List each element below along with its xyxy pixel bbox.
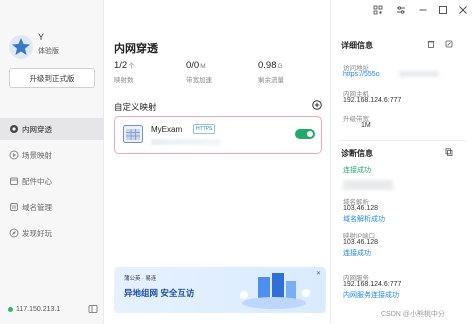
qr-code-icon[interactable]: [373, 5, 383, 15]
add-mapping-icon[interactable]: [312, 100, 322, 110]
sidebar-item-intranet[interactable]: 内网穿透: [0, 118, 104, 140]
edit-icon[interactable]: [445, 40, 453, 48]
sidebar: Y 体验版 升级到正式版 内网穿透 场景映射 配件中心 W 域名管理 发现好玩 …: [0, 0, 104, 324]
banner-text: 异地组网 安全互访: [124, 288, 195, 298]
sidebar-item-label: 内网穿透: [22, 124, 52, 134]
domain-status: 域名解析成功: [343, 216, 385, 223]
promo-banner[interactable]: 蒲公英 · 易连 异地组网 安全互访 ✕: [114, 267, 326, 313]
minimize-icon[interactable]: [418, 5, 428, 15]
sidebar-item-accessories[interactable]: 配件中心: [0, 170, 104, 192]
redacted-block: [343, 180, 393, 190]
port-ip: 103.46.128: [343, 239, 379, 246]
port-status: 连接成功: [343, 250, 371, 257]
online-dot-icon: [8, 307, 13, 312]
ip-address: 117.150.213.1: [16, 306, 61, 313]
stat-value: 0.98: [258, 60, 277, 71]
stat-value: 1/2: [114, 60, 128, 71]
eye-icon: [10, 125, 18, 133]
diagnostics-title: 诊断信息: [341, 149, 373, 158]
app-window: Y 体验版 升级到正式版 内网穿透 场景映射 配件中心 W 域名管理 发现好玩 …: [0, 0, 474, 324]
mapping-enable-toggle[interactable]: [295, 129, 315, 139]
mapping-card[interactable]: MyExam HTTPS: [114, 116, 322, 154]
mapping-url-redacted: [151, 139, 221, 145]
box-icon: [10, 177, 18, 185]
user-name: Y: [38, 32, 45, 42]
service-value: 192.168.124.6:777: [343, 281, 402, 288]
svg-text:W: W: [12, 205, 17, 211]
stat-label: 带宽加速: [186, 77, 212, 84]
stat-unit: M: [200, 63, 206, 70]
stat-unit: 个: [128, 63, 135, 70]
banner-close-icon[interactable]: ✕: [316, 270, 321, 277]
sidebar-item-discover[interactable]: 发现好玩: [0, 222, 104, 244]
sidebar-item-label: 场景映射: [22, 150, 52, 160]
stat-unit: G: [277, 63, 283, 70]
access-url[interactable]: https://555o: [343, 71, 380, 78]
mapping-name: MyExam: [151, 125, 183, 134]
collapse-sidebar-icon[interactable]: [88, 304, 98, 314]
access-url-redacted: [399, 71, 439, 77]
ip-status: 117.150.213.1: [8, 306, 60, 313]
sidebar-item-domain[interactable]: W 域名管理: [0, 196, 104, 218]
bandwidth-value[interactable]: 1M: [361, 122, 371, 129]
play-icon: [9, 150, 19, 160]
close-icon[interactable]: [458, 5, 468, 15]
watermark: CSDN @小熊桃中分: [381, 311, 445, 318]
upgrade-button[interactable]: 升级到正式版: [9, 68, 95, 88]
domain-ip: 103.46.128: [343, 205, 379, 212]
details-title: 详细信息: [341, 41, 373, 50]
app-window-icon: [123, 125, 143, 143]
edition-label: 体验版: [38, 48, 59, 55]
sidebar-nav: 内网穿透 场景映射 配件中心 W 域名管理 发现好玩: [0, 118, 104, 248]
page-title: 内网穿透: [114, 43, 158, 55]
copy-icon[interactable]: [445, 148, 453, 156]
https-badge: HTTPS: [193, 124, 216, 134]
stat-value: 0/0: [186, 60, 200, 71]
discover-icon: [9, 228, 19, 238]
delete-icon[interactable]: [427, 40, 435, 48]
stat-traffic: 0.98G 剩余流量: [258, 60, 284, 84]
stat-label: 映射数: [114, 77, 134, 84]
stat-bandwidth: 0/0M 带宽加速: [186, 60, 212, 84]
divider: [339, 140, 467, 141]
sidebar-item-scene[interactable]: 场景映射: [0, 144, 104, 166]
domain-icon: W: [10, 203, 18, 211]
main-content: 内网穿透 1/2个 映射数 0/0M 带宽加速 0.98G 剩余流量 自定义映射…: [104, 0, 330, 324]
star-avatar-icon[interactable]: [8, 34, 34, 60]
network-illustration-icon: [240, 273, 310, 309]
sidebar-item-label: 域名管理: [22, 202, 52, 212]
sidebar-item-label: 发现好玩: [22, 228, 52, 238]
service-status: 内网服务连接成功: [343, 292, 399, 299]
stat-label: 剩余流量: [258, 77, 284, 84]
host-value: 192.168.124.6:777: [343, 97, 402, 104]
details-panel: 详细信息 访问地址 https://555o 内网主机 192.168.124.…: [330, 0, 474, 324]
stat-mappings: 1/2个 映射数: [114, 60, 135, 84]
connection-status: 连接成功: [343, 167, 371, 174]
settings-icon[interactable]: [396, 5, 406, 15]
banner-brand: 蒲公英 · 易连: [124, 276, 157, 282]
section-title: 自定义映射: [114, 102, 157, 112]
maximize-icon[interactable]: [438, 5, 448, 15]
sidebar-item-label: 配件中心: [22, 176, 52, 186]
